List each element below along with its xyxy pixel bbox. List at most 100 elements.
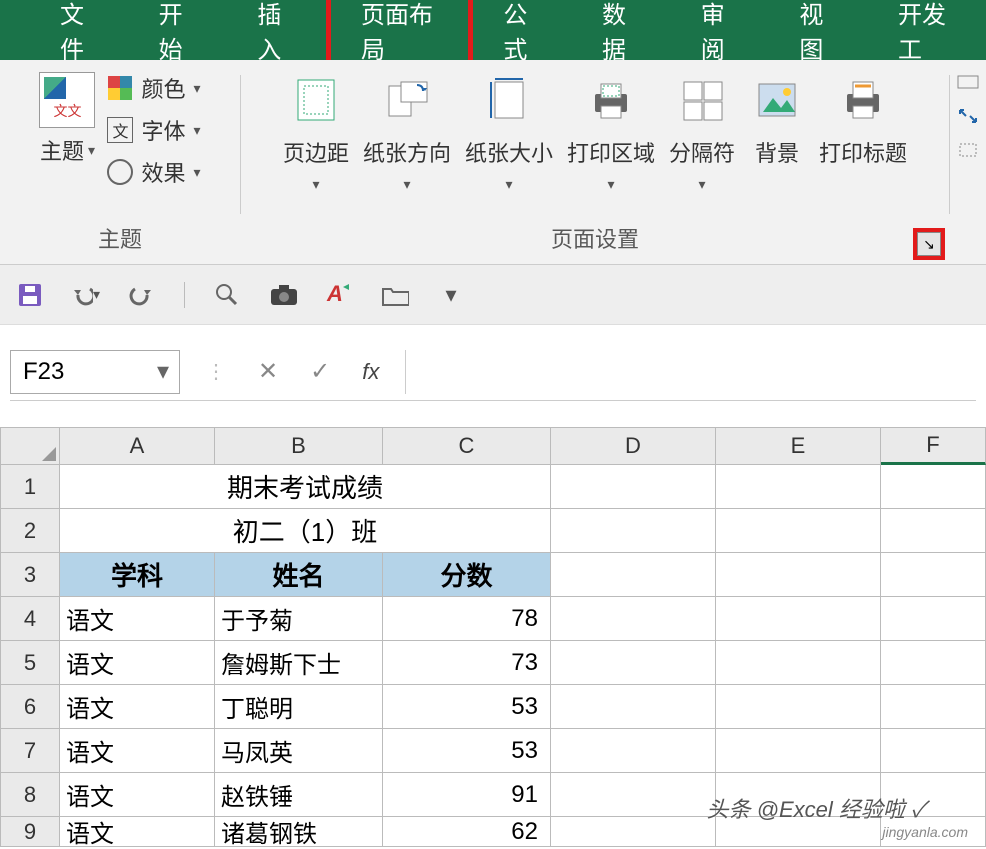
drag-handle-icon[interactable]: ⋮ xyxy=(206,359,226,384)
cell[interactable]: 78 xyxy=(383,597,551,641)
separator xyxy=(184,282,185,308)
cell[interactable]: 语文 xyxy=(60,729,215,773)
cell[interactable]: 53 xyxy=(383,685,551,729)
cell[interactable] xyxy=(881,685,986,729)
fonts-label: 字体 xyxy=(141,114,185,146)
cell[interactable] xyxy=(551,773,716,817)
cell-header[interactable]: 姓名 xyxy=(215,553,383,597)
formula-input[interactable] xyxy=(405,350,976,394)
row-header[interactable]: 7 xyxy=(0,729,60,773)
cell[interactable]: 赵铁锤 xyxy=(215,773,383,817)
cell[interactable] xyxy=(881,509,986,553)
row-header[interactable]: 6 xyxy=(0,685,60,729)
cell[interactable]: 语文 xyxy=(60,641,215,685)
orientation-button[interactable]: 纸张方向 ▾ xyxy=(363,72,451,193)
print-area-button[interactable]: 打印区域 ▾ xyxy=(567,72,655,193)
cancel-icon[interactable]: ✕ xyxy=(258,357,278,386)
cell[interactable] xyxy=(881,465,986,509)
cell[interactable]: 91 xyxy=(383,773,551,817)
fonts-button[interactable]: 文 字体 ▾ xyxy=(107,114,200,146)
size-button[interactable]: 纸张大小 ▾ xyxy=(465,72,553,193)
cell[interactable] xyxy=(551,685,716,729)
cell[interactable] xyxy=(881,597,986,641)
cell[interactable] xyxy=(551,553,716,597)
name-box[interactable]: F23 ▾ xyxy=(10,350,180,394)
cell[interactable] xyxy=(551,729,716,773)
cell[interactable] xyxy=(716,729,881,773)
cell[interactable] xyxy=(881,729,986,773)
cell[interactable] xyxy=(551,597,716,641)
row-header[interactable]: 8 xyxy=(0,773,60,817)
cell[interactable]: 62 xyxy=(383,817,551,847)
cell[interactable] xyxy=(881,641,986,685)
cell[interactable] xyxy=(716,509,881,553)
folder-icon[interactable] xyxy=(381,281,409,309)
cell[interactable] xyxy=(551,509,716,553)
chevron-down-icon: ▾ xyxy=(505,176,512,193)
row-header[interactable]: 4 xyxy=(0,597,60,641)
cell[interactable]: 诸葛钢铁 xyxy=(215,817,383,847)
row-header[interactable]: 3 xyxy=(0,553,60,597)
col-header-a[interactable]: A xyxy=(60,427,215,465)
page-setup-dialog-launcher[interactable]: ↘ xyxy=(917,232,941,256)
cell[interactable] xyxy=(716,641,881,685)
background-button[interactable]: 背景 xyxy=(749,72,805,168)
themes-button[interactable]: 主题▾ xyxy=(39,72,95,166)
row-header[interactable]: 1 xyxy=(0,465,60,509)
cell[interactable] xyxy=(716,685,881,729)
cell[interactable] xyxy=(551,465,716,509)
font-format-icon[interactable]: A xyxy=(325,281,353,309)
scale-width-icon[interactable] xyxy=(956,72,980,92)
col-header-d[interactable]: D xyxy=(551,427,716,465)
column-headers: A B C D E F xyxy=(0,427,986,465)
row-header[interactable]: 5 xyxy=(0,641,60,685)
breaks-button[interactable]: 分隔符 ▾ xyxy=(669,72,735,193)
scale-box-icon[interactable] xyxy=(956,140,980,160)
customize-dropdown-icon[interactable]: ▾ xyxy=(437,281,465,309)
cell-subtitle[interactable]: 初二（1）班 xyxy=(60,509,551,553)
row-header[interactable]: 9 xyxy=(0,817,60,847)
redo-icon[interactable] xyxy=(128,281,156,309)
cell[interactable] xyxy=(716,553,881,597)
enter-icon[interactable]: ✓ xyxy=(310,357,330,386)
cell[interactable]: 语文 xyxy=(60,597,215,641)
cell-title[interactable]: 期末考试成绩 xyxy=(60,465,551,509)
zoom-icon[interactable] xyxy=(213,281,241,309)
cell[interactable]: 马凤英 xyxy=(215,729,383,773)
camera-icon[interactable] xyxy=(269,281,297,309)
chevron-down-icon[interactable]: ▾ xyxy=(157,357,169,386)
cell[interactable] xyxy=(716,465,881,509)
cell[interactable]: 语文 xyxy=(60,685,215,729)
cell[interactable] xyxy=(551,817,716,847)
svg-text:A: A xyxy=(326,281,343,306)
col-header-b[interactable]: B xyxy=(215,427,383,465)
row-header[interactable]: 2 xyxy=(0,509,60,553)
select-all-corner[interactable] xyxy=(0,427,60,465)
cell[interactable] xyxy=(881,553,986,597)
cell-header[interactable]: 分数 xyxy=(383,553,551,597)
colors-button[interactable]: 颜色 ▾ xyxy=(107,72,200,104)
cell[interactable] xyxy=(551,641,716,685)
margins-button[interactable]: 页边距 ▾ xyxy=(283,72,349,193)
col-header-f[interactable]: F xyxy=(881,427,986,465)
cell[interactable]: 语文 xyxy=(60,817,215,847)
print-area-icon xyxy=(583,72,639,128)
save-icon[interactable] xyxy=(16,281,44,309)
cell[interactable]: 于予菊 xyxy=(215,597,383,641)
print-titles-button[interactable]: 打印标题 xyxy=(819,72,907,168)
cell[interactable]: 詹姆斯下士 xyxy=(215,641,383,685)
cell[interactable]: 73 xyxy=(383,641,551,685)
print-area-label: 打印区域 xyxy=(567,136,655,168)
undo-icon[interactable]: ▾ xyxy=(72,281,100,309)
cell[interactable]: 语文 xyxy=(60,773,215,817)
fx-button[interactable]: fx xyxy=(362,359,379,385)
margins-icon xyxy=(288,72,344,128)
effects-button[interactable]: 效果 ▾ xyxy=(107,156,200,188)
cell[interactable]: 丁聪明 xyxy=(215,685,383,729)
col-header-e[interactable]: E xyxy=(716,427,881,465)
cell[interactable] xyxy=(716,597,881,641)
scale-arrows-icon[interactable] xyxy=(956,106,980,126)
col-header-c[interactable]: C xyxy=(383,427,551,465)
cell[interactable]: 53 xyxy=(383,729,551,773)
cell-header[interactable]: 学科 xyxy=(60,553,215,597)
